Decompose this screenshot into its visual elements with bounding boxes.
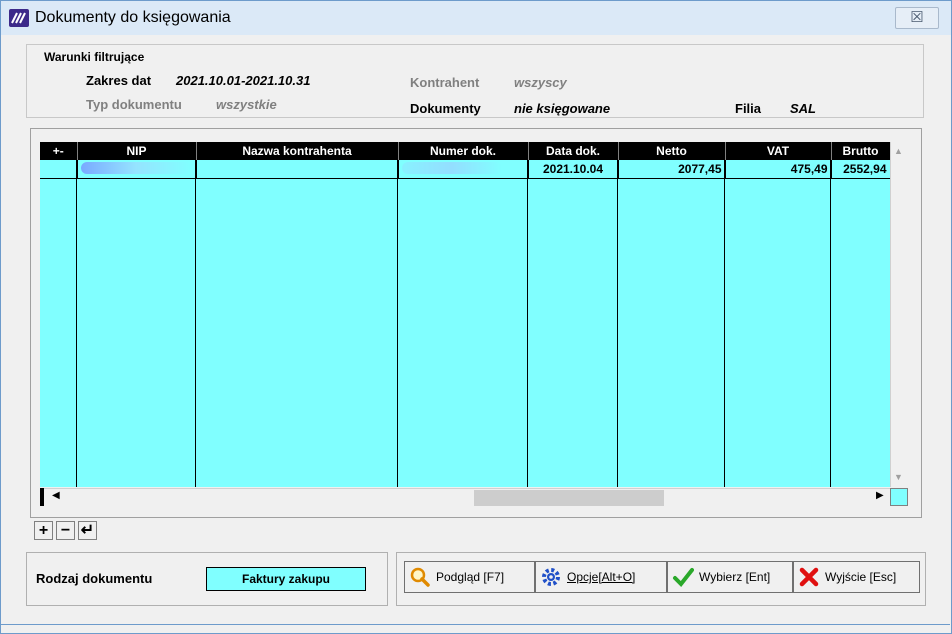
horizontal-scrollbar[interactable]: ◀ ▶ (40, 488, 890, 507)
column-line (724, 142, 725, 487)
options-label: Opcje[Alt+O] (567, 570, 636, 584)
column-header-gross[interactable]: Brutto (831, 142, 890, 160)
exit-label: Wyjście [Esc] (825, 570, 897, 584)
scroll-right-icon[interactable]: ▶ (876, 490, 884, 501)
scroll-left-icon[interactable]: ◀ (52, 490, 60, 501)
preview-button[interactable]: Podgląd [F7] (404, 561, 535, 593)
filter-legend: Warunki filtrujące (40, 50, 149, 64)
column-line (397, 142, 398, 487)
documents-grid[interactable]: +- NIP Nazwa kontrahenta Numer dok. Data… (40, 142, 890, 487)
options-button[interactable]: Opcje[Alt+O] (535, 561, 667, 593)
column-header-contractor[interactable]: Nazwa kontrahenta (196, 142, 399, 160)
scroll-up-icon[interactable]: ▲ (894, 146, 903, 156)
column-line (76, 142, 77, 487)
remove-row-button[interactable]: − (56, 521, 75, 540)
doc-type-label: Typ dokumentu (86, 97, 182, 112)
refresh-button[interactable]: ↵ (78, 521, 97, 540)
window-bottom-border (0, 624, 950, 625)
doc-kind-button[interactable]: Faktury zakupu (206, 567, 366, 591)
window-title: Dokumenty do księgowania (35, 9, 231, 26)
column-header-net[interactable]: Netto (618, 142, 726, 160)
refresh-icon: ↵ (80, 522, 95, 539)
documents-label: Dokumenty (410, 101, 481, 116)
number-cell (398, 160, 529, 179)
redacted-mark (401, 161, 502, 174)
branch-value: SAL (790, 101, 816, 116)
scroll-thumb[interactable] (474, 490, 664, 506)
scroll-down-icon[interactable]: ▼ (894, 472, 903, 482)
magnifier-icon (409, 566, 431, 588)
column-header-date[interactable]: Data dok. (528, 142, 619, 160)
checkmark-icon (672, 566, 694, 588)
date-range-value: 2021.10.01-2021.10.31 (176, 73, 311, 88)
title-bar: Dokumenty do księgowania ☒ (1, 1, 951, 35)
column-line (527, 142, 528, 487)
column-line (195, 142, 196, 487)
app-icon (9, 9, 29, 27)
column-header-toggle[interactable]: +- (40, 142, 78, 160)
gross-cell: 2552,94 (831, 160, 890, 179)
row-toggle-cell[interactable] (40, 160, 78, 179)
date-range-label: Zakres dat (86, 73, 152, 88)
select-label: Wybierz [Ent] (699, 570, 771, 584)
scroll-corner (890, 488, 908, 506)
preview-label: Podgląd [F7] (436, 570, 505, 584)
column-header-vat[interactable]: VAT (725, 142, 832, 160)
contractor-cell (196, 160, 399, 179)
gear-icon (540, 566, 562, 588)
select-button[interactable]: Wybierz [Ent] (667, 561, 793, 593)
date-cell: 2021.10.04 (528, 160, 619, 179)
close-icon (798, 566, 820, 588)
documents-value: nie księgowane (514, 101, 611, 116)
column-line (830, 142, 831, 487)
grid-frozen-marker (40, 488, 44, 506)
doc-kind-label: Rodzaj dokumentu (36, 571, 153, 586)
redacted-mark (80, 161, 191, 174)
table-row[interactable]: 2021.10.04 2077,45 475,49 2552,94 (40, 160, 890, 179)
add-row-button[interactable]: + (34, 521, 53, 540)
branch-label: Filia (735, 101, 762, 116)
contractor-label: Kontrahent (410, 75, 480, 90)
exit-button[interactable]: Wyjście [Esc] (793, 561, 920, 593)
close-icon: ☒ (910, 9, 924, 26)
vertical-scrollbar[interactable]: ▲ ▼ (890, 142, 909, 487)
column-header-nip[interactable]: NIP (77, 142, 197, 160)
vat-cell: 475,49 (725, 160, 832, 179)
net-cell: 2077,45 (618, 160, 726, 179)
close-button[interactable]: ☒ (895, 7, 939, 29)
plus-icon: + (38, 522, 49, 539)
contractor-value: wszyscy (514, 75, 567, 90)
nip-cell (77, 160, 197, 179)
grid-header: +- NIP Nazwa kontrahenta Numer dok. Data… (40, 142, 890, 160)
column-line (617, 142, 618, 487)
doc-type-value: wszystkie (216, 97, 277, 112)
column-header-number[interactable]: Numer dok. (398, 142, 529, 160)
minus-icon: − (60, 522, 71, 539)
